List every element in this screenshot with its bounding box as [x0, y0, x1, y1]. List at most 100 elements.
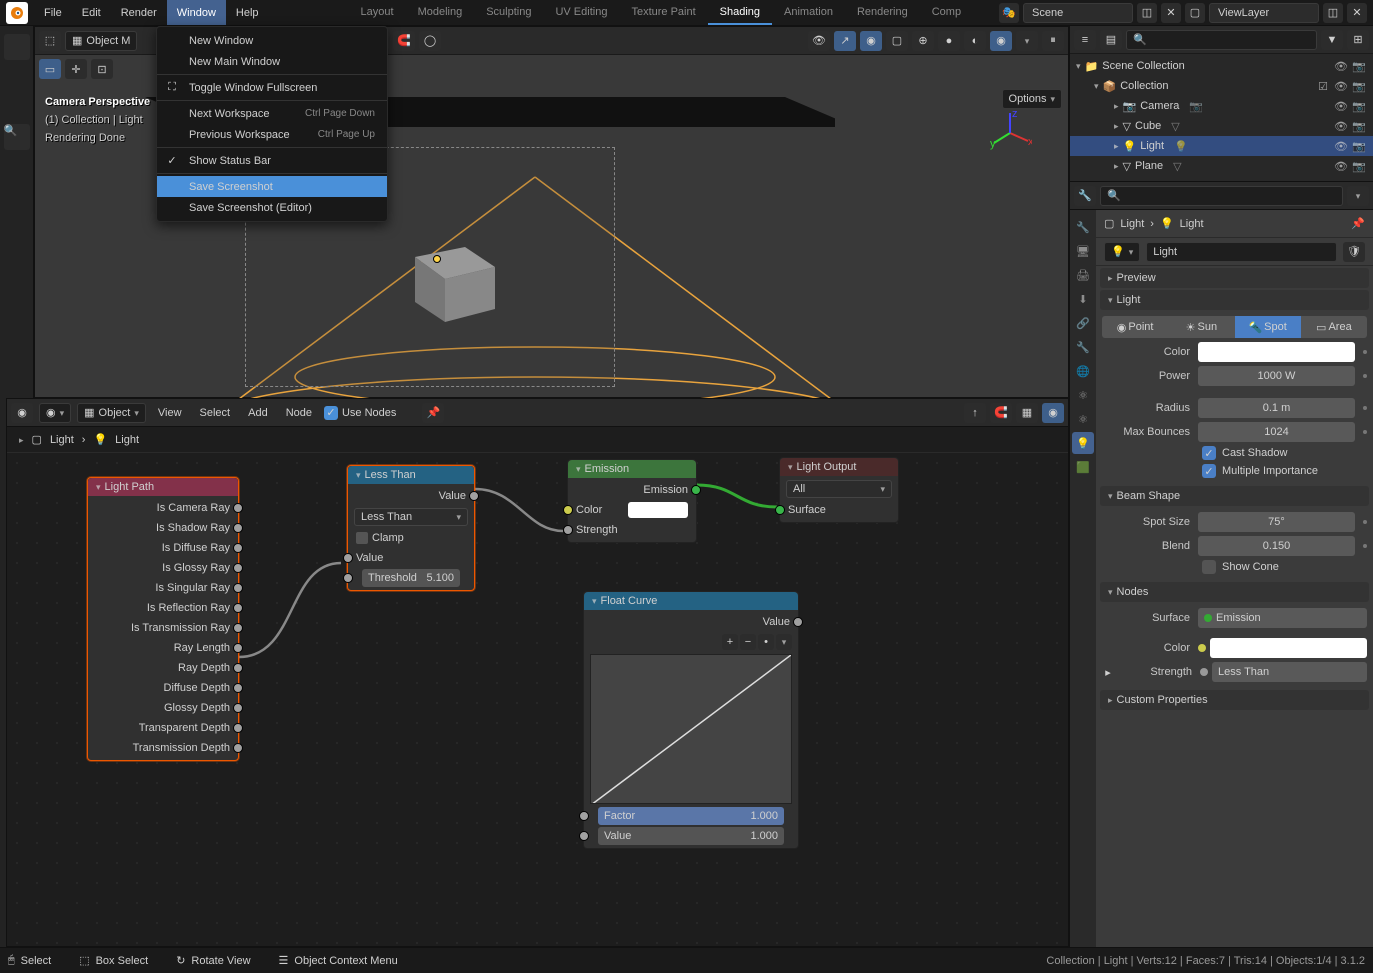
node-menu-view[interactable]: View [152, 407, 188, 419]
shading-solid-icon[interactable]: ● [938, 31, 960, 51]
prop-tab-8[interactable]: ⚛ [1072, 408, 1094, 430]
axis-gizmo-icon[interactable]: xyz [988, 111, 1032, 155]
workspace-tab-comp[interactable]: Comp [920, 0, 973, 25]
workspace-tab-shading[interactable]: Shading [708, 0, 772, 25]
viewlayer-new-icon[interactable]: ◫ [1323, 3, 1343, 23]
node-menu-select[interactable]: Select [194, 407, 237, 419]
threshold-field[interactable]: Threshold5.100 [362, 569, 460, 587]
outliner-search-input[interactable] [1126, 30, 1317, 50]
shading-matprev-icon[interactable]: ◐ [964, 31, 986, 51]
light-radius-field[interactable]: 0.1 m [1198, 398, 1355, 418]
viewport-options-button[interactable]: Options [1002, 89, 1062, 109]
curve-menu-icon[interactable] [776, 634, 792, 650]
socket-glossy-depth[interactable]: Glossy Depth [88, 698, 238, 718]
prop-tab-7[interactable]: ⚛ [1072, 384, 1094, 406]
menu-item-new-window[interactable]: New Window [157, 30, 387, 51]
viewlayer-delete-icon[interactable]: ✕ [1347, 3, 1367, 23]
node-shader-type-select[interactable]: ◉ [39, 403, 71, 423]
prop-tab-6[interactable]: 🌐 [1072, 360, 1094, 382]
light-datablock-name[interactable] [1146, 242, 1337, 262]
viewlayer-name-input[interactable] [1209, 3, 1319, 23]
socket-is-glossy-ray[interactable]: Is Glossy Ray [88, 558, 238, 578]
socket-is-reflection-ray[interactable]: Is Reflection Ray [88, 598, 238, 618]
curve-widget[interactable] [590, 654, 792, 804]
prop-tab-10[interactable]: 🟩 [1072, 456, 1094, 478]
timeline-editor-icon[interactable] [4, 34, 30, 60]
outliner-item-light[interactable]: 💡Light💡👁📷 [1070, 136, 1373, 156]
light-type-area[interactable]: ▭Area [1301, 316, 1367, 338]
strength-field[interactable]: Less Than [1212, 662, 1367, 682]
node-emission[interactable]: Emission Emission Color Strength [567, 459, 697, 543]
menu-item-next-workspace[interactable]: Next WorkspaceCtrl Page Down [157, 103, 387, 124]
scene-browse-icon[interactable]: 🎭 [999, 3, 1019, 23]
cast-shadow-checkbox[interactable]: ✓Cast Shadow [1102, 444, 1367, 462]
properties-type-icon[interactable]: 🔧 [1074, 186, 1096, 206]
workspace-tab-modeling[interactable]: Modeling [406, 0, 475, 25]
proportional-icon[interactable]: ◯ [419, 31, 441, 51]
tool-cursor-icon[interactable]: ✛ [65, 59, 87, 79]
socket-is-camera-ray[interactable]: Is Camera Ray [88, 498, 238, 518]
node-float-curve[interactable]: Float Curve Value + − • Factor1.000 Valu… [583, 591, 799, 849]
viewlayer-icon[interactable]: ▢ [1185, 3, 1205, 23]
pin-icon[interactable]: 📌 [422, 403, 444, 423]
gizmo-icon[interactable]: ↗ [834, 31, 856, 51]
blender-logo-icon[interactable] [6, 2, 28, 24]
outliner-item-camera[interactable]: 📷Camera📷👁📷 [1070, 96, 1373, 116]
snap-icon[interactable]: 🧲 [393, 31, 415, 51]
workspace-tab-uv-editing[interactable]: UV Editing [543, 0, 619, 25]
blend-field[interactable]: 0.150 [1198, 536, 1355, 556]
light-datablock-browse[interactable]: 💡 [1104, 242, 1140, 262]
outliner-item-cube[interactable]: ▽Cube▽👁📷 [1070, 116, 1373, 136]
emission-color-swatch[interactable] [628, 502, 688, 518]
fake-user-icon[interactable]: 🛡 [1343, 242, 1365, 262]
menu-item-previous-workspace[interactable]: Previous WorkspaceCtrl Page Up [157, 124, 387, 145]
scene-name-input[interactable] [1023, 3, 1133, 23]
node-backdrop-icon[interactable]: ◉ [1042, 403, 1064, 423]
scene-new-icon[interactable]: ◫ [1137, 3, 1157, 23]
outliner-filter-icon[interactable]: ▼ [1321, 30, 1343, 50]
outliner-row-collection[interactable]: 📦Collection☑👁📷 [1070, 76, 1373, 96]
socket-is-shadow-ray[interactable]: Is Shadow Ray [88, 518, 238, 538]
tool-origin-icon[interactable]: ⊡ [91, 59, 113, 79]
visibility-icon[interactable]: 👁 [808, 31, 830, 51]
prop-tab-9[interactable]: 💡 [1072, 432, 1094, 454]
math-op-select[interactable]: Less Than [354, 508, 468, 526]
value-field[interactable]: Value1.000 [598, 827, 784, 845]
search-icon[interactable]: 🔍 [4, 124, 30, 150]
show-cone-checkbox[interactable]: Show Cone [1102, 558, 1367, 576]
node-light-path[interactable]: Light Path Is Camera RayIs Shadow RayIs … [87, 477, 239, 761]
target-select[interactable]: All [786, 480, 892, 498]
menu-edit[interactable]: Edit [72, 0, 111, 25]
zoom-out-icon[interactable]: − [740, 634, 756, 650]
prop-tab-5[interactable]: 🔧 [1072, 336, 1094, 358]
node-parent-icon[interactable]: ↑ [964, 403, 986, 423]
menu-item-toggle-window-fullscreen[interactable]: ⛶Toggle Window Fullscreen [157, 77, 387, 98]
spot-size-field[interactable]: 75° [1198, 512, 1355, 532]
light-type-spot[interactable]: 🔦Spot [1235, 316, 1301, 338]
properties-search-input[interactable] [1100, 186, 1343, 206]
pause-render-icon[interactable]: ⏸ [1042, 31, 1064, 51]
panel-light-header[interactable]: Light [1100, 290, 1369, 310]
editor-type-icon[interactable]: ⬚ [39, 31, 61, 51]
light-color-field[interactable] [1198, 342, 1355, 362]
socket-diffuse-depth[interactable]: Diffuse Depth [88, 678, 238, 698]
mode-select[interactable]: ▦Object M [65, 31, 137, 51]
socket-transmission-depth[interactable]: Transmission Depth [88, 738, 238, 758]
socket-ray-depth[interactable]: Ray Depth [88, 658, 238, 678]
panel-preview-header[interactable]: Preview [1100, 268, 1369, 288]
workspace-tab-sculpting[interactable]: Sculpting [474, 0, 543, 25]
panel-nodes-header[interactable]: Nodes [1100, 582, 1369, 602]
node-menu-add[interactable]: Add [242, 407, 274, 419]
node-light-output[interactable]: Light Output All Surface [779, 457, 899, 523]
workspace-tab-animation[interactable]: Animation [772, 0, 845, 25]
node-less-than[interactable]: Less Than Value Less Than Clamp Value Th… [347, 465, 475, 591]
socket-ray-length[interactable]: Ray Length [88, 638, 238, 658]
outliner-item-plane[interactable]: ▽Plane▽👁📷 [1070, 156, 1373, 176]
menu-help[interactable]: Help [226, 0, 269, 25]
menu-item-show-status-bar[interactable]: ✓Show Status Bar [157, 150, 387, 171]
node-snap-icon[interactable]: 🧲 [990, 403, 1012, 423]
xray-icon[interactable]: ▢ [886, 31, 908, 51]
menu-window[interactable]: Window [167, 0, 226, 25]
zoom-in-icon[interactable]: + [722, 634, 738, 650]
overlay-icon[interactable]: ◉ [860, 31, 882, 51]
